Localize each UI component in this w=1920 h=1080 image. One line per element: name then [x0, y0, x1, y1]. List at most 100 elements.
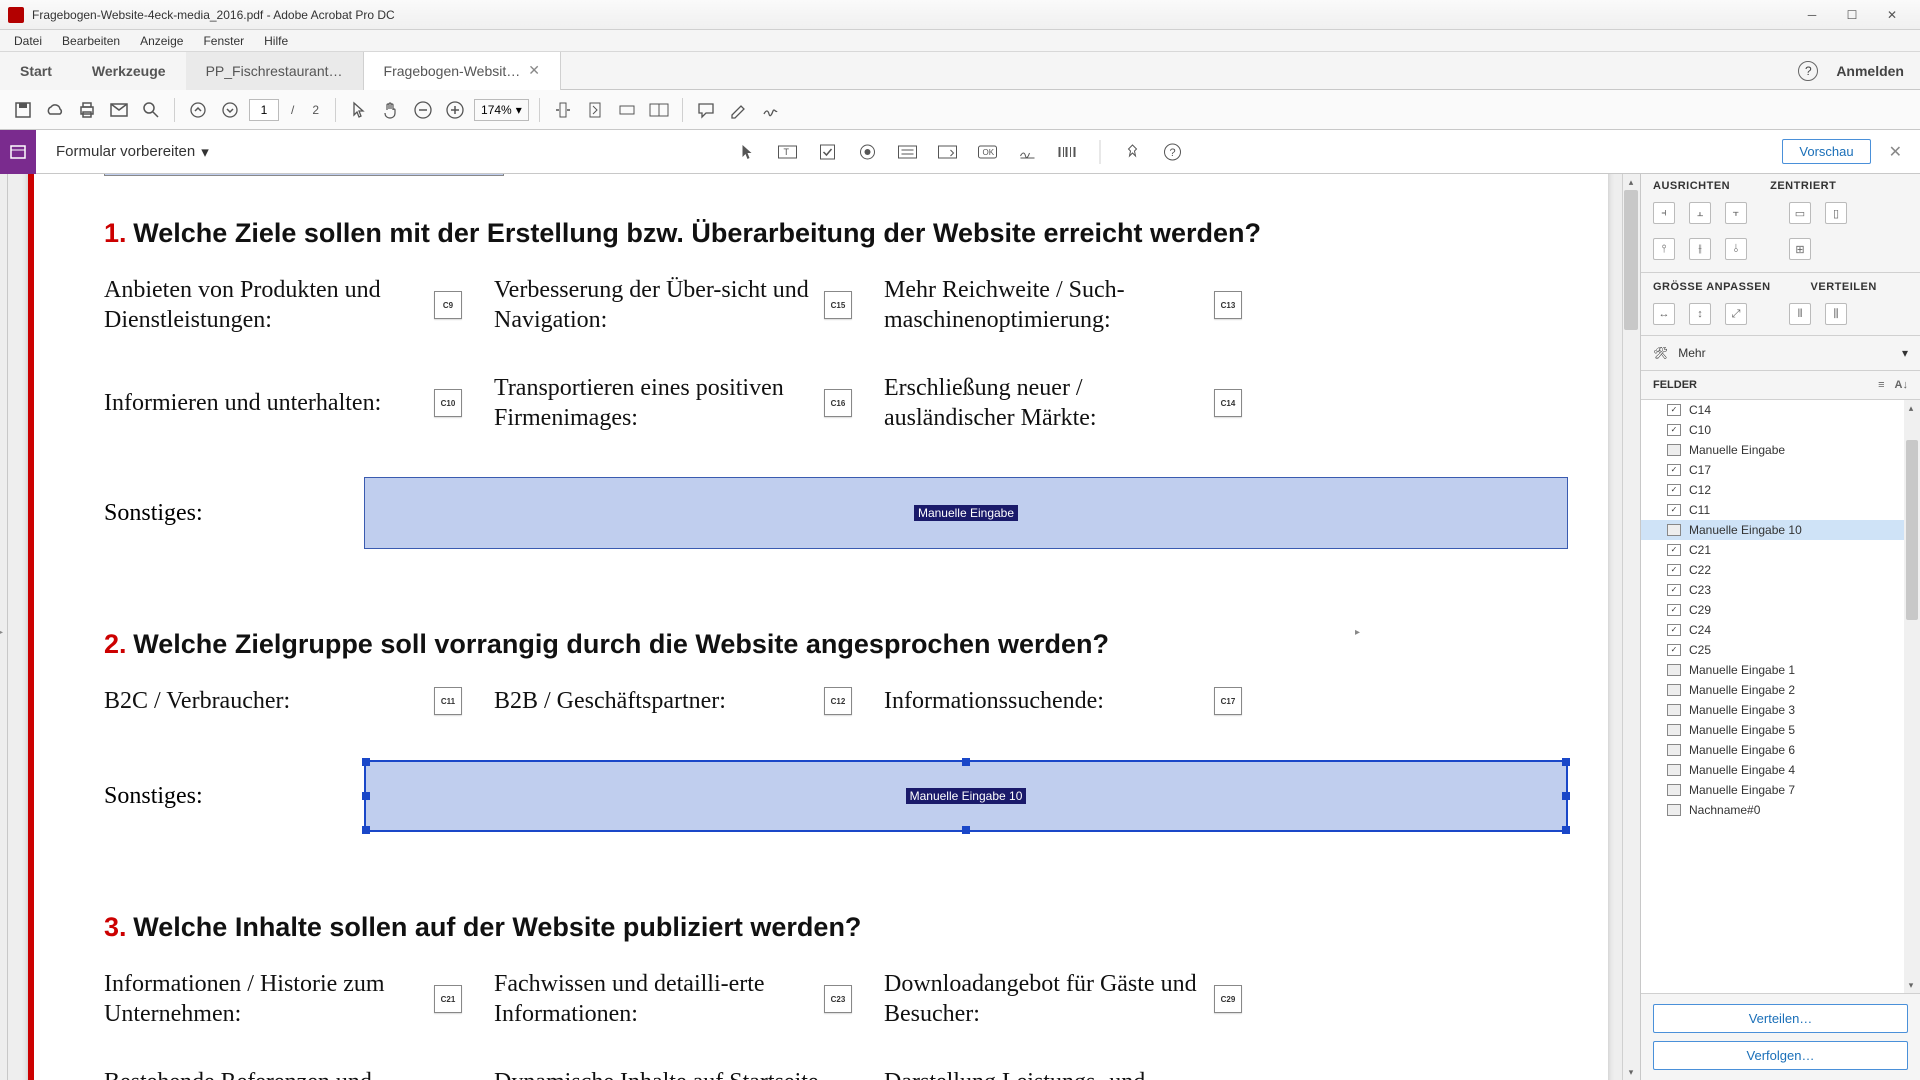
field-list-item[interactable]: Manuelle Eingabe 10 — [1641, 520, 1904, 540]
selection-handle[interactable] — [362, 826, 370, 834]
distribute-button[interactable]: Verteilen… — [1653, 1004, 1908, 1033]
doc-tab-0[interactable]: PP_Fischrestaurant… — [186, 52, 364, 90]
field-list-item[interactable]: Manuelle Eingabe 4 — [1641, 760, 1904, 780]
field-list-item[interactable]: Manuelle Eingabe 7 — [1641, 780, 1904, 800]
signature-tool-icon[interactable] — [1016, 140, 1040, 164]
reading-icon[interactable] — [646, 97, 672, 123]
tab-start[interactable]: Start — [0, 52, 72, 90]
field-list-item[interactable]: C24 — [1641, 620, 1904, 640]
checkbox-tool-icon[interactable] — [816, 140, 840, 164]
field-c11[interactable]: C11 — [434, 687, 462, 715]
cloud-icon[interactable] — [42, 97, 68, 123]
chevron-right-icon[interactable]: ▸ — [1355, 627, 1360, 638]
align-bottom-icon[interactable]: ⫰ — [1725, 238, 1747, 260]
match-height-icon[interactable]: ↕ — [1689, 303, 1711, 325]
help-icon[interactable]: ? — [1161, 140, 1185, 164]
field-c10[interactable]: C10 — [434, 389, 462, 417]
barcode-tool-icon[interactable] — [1056, 140, 1080, 164]
field-c17[interactable]: C17 — [1214, 687, 1242, 715]
comment-icon[interactable] — [693, 97, 719, 123]
page-up-icon[interactable] — [185, 97, 211, 123]
page-down-icon[interactable] — [217, 97, 243, 123]
field-c16[interactable]: C16 — [824, 389, 852, 417]
preview-button[interactable]: Vorschau — [1782, 139, 1870, 164]
field-list-item[interactable]: C29 — [1641, 600, 1904, 620]
field-c12[interactable]: C12 — [824, 687, 852, 715]
field-list-item[interactable]: Manuelle Eingabe — [1641, 440, 1904, 460]
sort-icon[interactable]: ≡ — [1878, 379, 1884, 391]
align-right-icon[interactable]: ⫟ — [1725, 202, 1747, 224]
doc-tab-1[interactable]: Fragebogen-Websit…✕ — [364, 52, 561, 90]
center-h-icon[interactable]: ▭ — [1789, 202, 1811, 224]
vertical-scrollbar[interactable]: ▴ ▾ — [1622, 174, 1640, 1080]
menu-fenster[interactable]: Fenster — [193, 34, 254, 48]
align-top-icon[interactable]: ⫯ — [1653, 238, 1675, 260]
form-tool-tab[interactable] — [0, 130, 36, 174]
dropdown-tool-icon[interactable] — [936, 140, 960, 164]
radio-tool-icon[interactable] — [856, 140, 880, 164]
selection-handle[interactable] — [962, 758, 970, 766]
zoom-out-icon[interactable] — [410, 97, 436, 123]
print-icon[interactable] — [74, 97, 100, 123]
field-list-item[interactable]: Manuelle Eingabe 5 — [1641, 720, 1904, 740]
menu-anzeige[interactable]: Anzeige — [130, 34, 193, 48]
selection-handle[interactable] — [362, 792, 370, 800]
truncated-field-top[interactable] — [104, 174, 504, 176]
button-tool-icon[interactable]: OK — [976, 140, 1000, 164]
text-field-tool-icon[interactable]: T — [776, 140, 800, 164]
track-button[interactable]: Verfolgen… — [1653, 1041, 1908, 1070]
field-c23[interactable]: C23 — [824, 985, 852, 1013]
distribute-v-icon[interactable]: ⫼ — [1825, 303, 1847, 325]
field-list-item[interactable]: C11 — [1641, 500, 1904, 520]
zoom-in-icon[interactable] — [442, 97, 468, 123]
field-list-item[interactable]: C14 — [1641, 400, 1904, 420]
fields-scrollbar[interactable]: ▴ ▾ — [1904, 400, 1920, 993]
selection-handle[interactable] — [362, 758, 370, 766]
zoom-select[interactable]: 174%▾ — [474, 99, 529, 121]
selection-handle[interactable] — [962, 826, 970, 834]
field-list-item[interactable]: C23 — [1641, 580, 1904, 600]
pin-icon[interactable] — [1121, 140, 1145, 164]
center-v-icon[interactable]: ▯ — [1825, 202, 1847, 224]
highlight-icon[interactable] — [725, 97, 751, 123]
sort-az-icon[interactable]: A↓ — [1895, 379, 1908, 391]
selection-handle[interactable] — [1562, 826, 1570, 834]
scroll-down-icon[interactable]: ▾ — [1902, 977, 1920, 993]
field-c13[interactable]: C13 — [1214, 291, 1242, 319]
field-manuelle-eingabe-10[interactable]: Manuelle Eingabe 10 — [364, 760, 1568, 832]
match-both-icon[interactable]: ⤢ — [1725, 303, 1747, 325]
list-tool-icon[interactable] — [896, 140, 920, 164]
context-close-icon[interactable]: ✕ — [1883, 142, 1908, 162]
selection-handle[interactable] — [1562, 792, 1570, 800]
pointer-icon[interactable] — [346, 97, 372, 123]
field-list-item[interactable]: Manuelle Eingabe 3 — [1641, 700, 1904, 720]
align-left-icon[interactable]: ⫞ — [1653, 202, 1675, 224]
field-list-item[interactable]: Nachname#0 — [1641, 800, 1904, 820]
scroll-up-icon[interactable]: ▴ — [1622, 174, 1640, 190]
search-icon[interactable] — [138, 97, 164, 123]
fit-page-icon[interactable] — [582, 97, 608, 123]
page-input[interactable] — [249, 99, 279, 121]
help-icon[interactable]: ? — [1798, 61, 1818, 81]
field-c29[interactable]: C29 — [1214, 985, 1242, 1013]
sign-icon[interactable] — [757, 97, 783, 123]
fit-height-icon[interactable] — [614, 97, 640, 123]
mail-icon[interactable] — [106, 97, 132, 123]
left-rail[interactable]: ▸ — [0, 174, 8, 1080]
tab-tools[interactable]: Werkzeuge — [72, 52, 186, 90]
fields-scroll-thumb[interactable] — [1906, 440, 1918, 620]
distribute-h-icon[interactable]: ⫴ — [1789, 303, 1811, 325]
field-manuelle-eingabe[interactable]: Manuelle Eingabe — [364, 477, 1568, 549]
field-list-item[interactable]: C25 — [1641, 640, 1904, 660]
context-title[interactable]: Formular vorbereiten▾ — [36, 143, 229, 161]
field-list-item[interactable]: C12 — [1641, 480, 1904, 500]
menu-datei[interactable]: Datei — [4, 34, 52, 48]
document-area[interactable]: 1. Welche Ziele sollen mit der Erstellun… — [8, 174, 1640, 1080]
field-list-item[interactable]: Manuelle Eingabe 1 — [1641, 660, 1904, 680]
selection-handle[interactable] — [1562, 758, 1570, 766]
select-tool-icon[interactable] — [736, 140, 760, 164]
match-width-icon[interactable]: ↔ — [1653, 303, 1675, 325]
scroll-up-icon[interactable]: ▴ — [1902, 400, 1920, 416]
field-c21[interactable]: C21 — [434, 985, 462, 1013]
more-row[interactable]: 🛠 Mehr ▾ — [1641, 335, 1920, 371]
